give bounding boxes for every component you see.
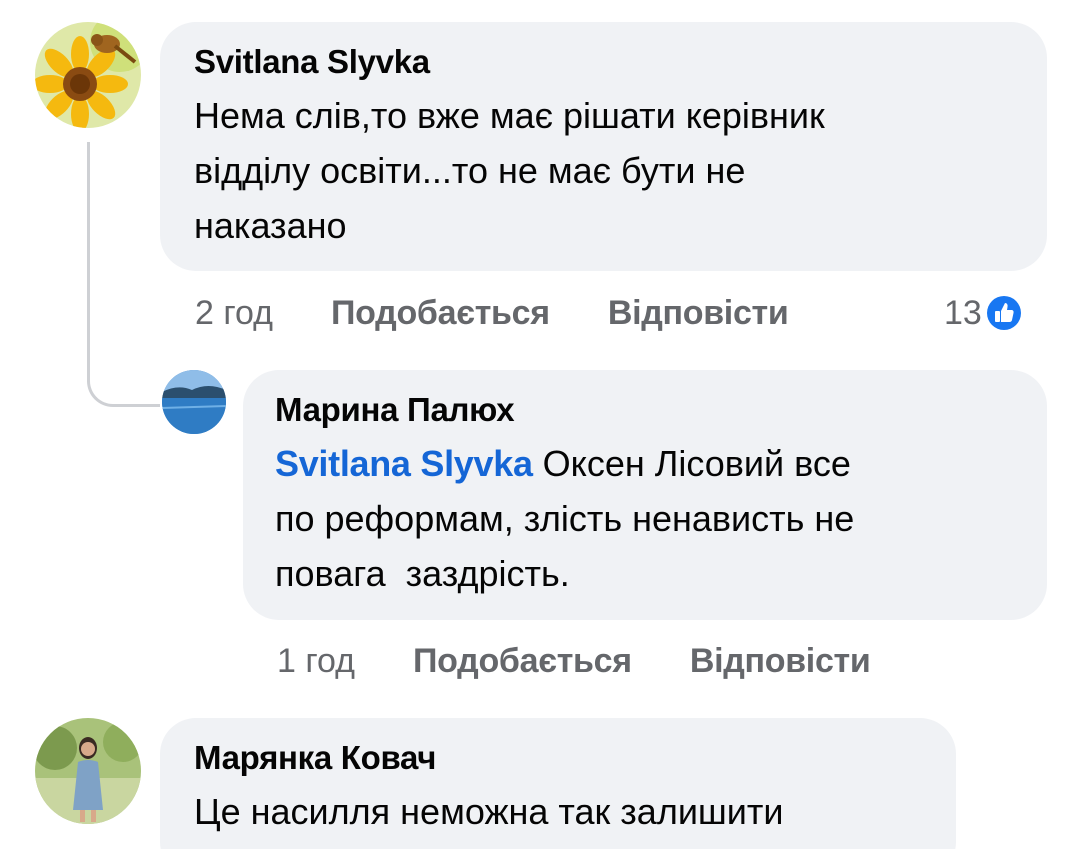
lake-landscape-avatar-icon xyxy=(162,370,226,434)
reply-button[interactable]: Відповісти xyxy=(690,642,871,681)
comment-text: Нема слів,то вже має рішати керівник від… xyxy=(194,95,825,246)
comment-thread: Svitlana Slyvka Нема слів,то вже має ріш… xyxy=(0,0,1080,849)
comment-bubble: Svitlana Slyvka Нема слів,то вже має ріш… xyxy=(160,22,1047,271)
mention-link[interactable]: Svitlana Slyvka xyxy=(275,443,533,484)
comment-text: Це насилля неможна так залишити xyxy=(194,791,784,832)
reaction-count: 13 xyxy=(944,293,982,332)
comment-actions: 1 год Подобається Відповісти xyxy=(277,636,871,686)
like-button[interactable]: Подобається xyxy=(413,642,632,681)
comment-time[interactable]: 1 год xyxy=(277,642,355,681)
reply-button[interactable]: Відповісти xyxy=(608,294,789,333)
comment-bubble: Марина Палюх Svitlana Slyvka Оксен Лісов… xyxy=(243,370,1047,620)
avatar[interactable] xyxy=(162,370,226,434)
sunflower-bird-avatar-icon xyxy=(35,22,141,128)
reaction-summary[interactable]: 13 xyxy=(944,288,1022,338)
woman-portrait-avatar-icon xyxy=(35,718,141,824)
comment-actions: 2 год Подобається Відповісти xyxy=(195,288,789,338)
thread-connector-line xyxy=(87,142,160,407)
thumbs-up-icon xyxy=(986,296,1021,330)
avatar[interactable] xyxy=(35,22,141,128)
like-button[interactable]: Подобається xyxy=(331,294,550,333)
avatar[interactable] xyxy=(35,718,141,824)
comment-text: Svitlana Slyvka Оксен Лісовий все по реф… xyxy=(275,436,1047,601)
comment-time[interactable]: 2 год xyxy=(195,294,273,333)
comment-author[interactable]: Марянка Ковач xyxy=(194,738,956,778)
comment-bubble: Марянка Ковач Це насилля неможна так зал… xyxy=(160,718,956,849)
comment-author[interactable]: Svitlana Slyvka xyxy=(194,42,1047,82)
comment-author[interactable]: Марина Палюх xyxy=(275,390,1047,430)
